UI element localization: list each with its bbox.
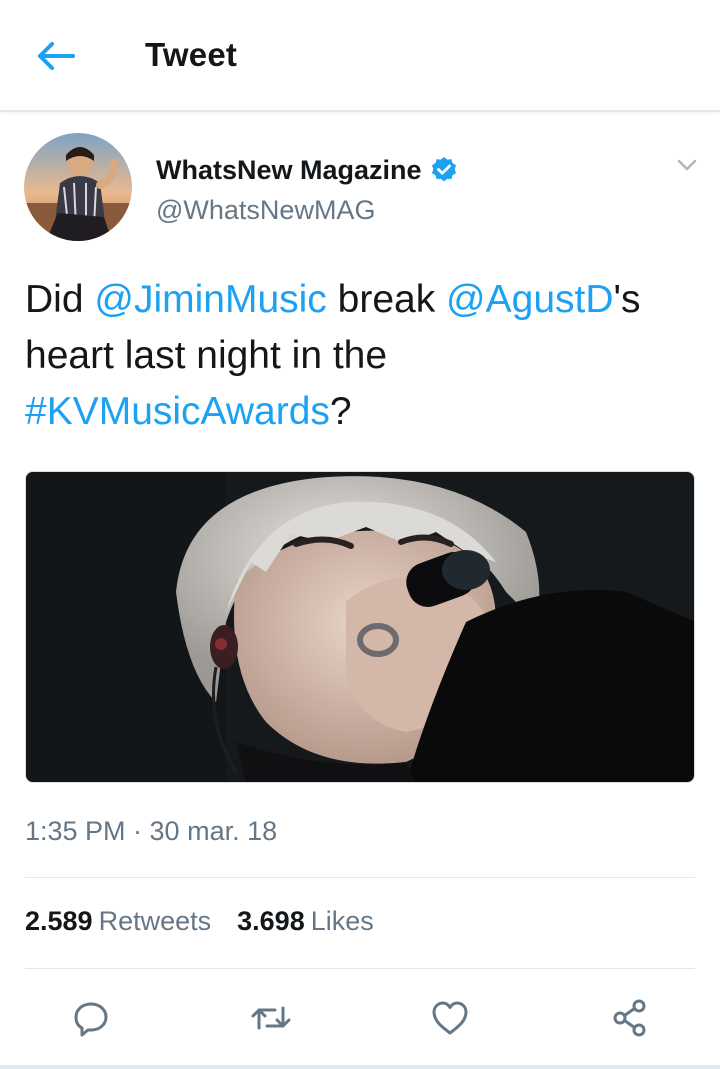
retweets-label: Retweets <box>98 906 212 936</box>
likes-count: 3.698 <box>237 906 305 936</box>
back-button[interactable] <box>34 34 78 78</box>
share-icon <box>613 999 646 1037</box>
like-button[interactable] <box>420 988 480 1048</box>
tweet-text: Did @JiminMusic break @AgustD's heart la… <box>25 272 695 440</box>
avatar-photo <box>24 133 132 241</box>
arrow-left-icon <box>38 42 75 70</box>
tweet-stats: 2.589 Retweets 3.698 Likes <box>25 906 374 937</box>
like-icon <box>432 1001 468 1035</box>
author-handle[interactable]: @WhatsNewMAG <box>156 195 375 226</box>
tweet-actions-bar <box>0 988 720 1048</box>
mention-link[interactable]: @AgustD <box>446 278 613 321</box>
share-button[interactable] <box>600 988 660 1048</box>
page-title: Tweet <box>145 36 238 73</box>
top-app-bar: Tweet <box>0 0 720 112</box>
mention-link[interactable]: @JiminMusic <box>94 278 326 321</box>
author-name: WhatsNew Magazine <box>156 154 422 185</box>
verified-badge-icon <box>430 156 458 184</box>
author-name-row[interactable]: WhatsNew Magazine <box>156 152 458 188</box>
avatar[interactable] <box>24 133 132 241</box>
likes-stat[interactable]: 3.698 Likes <box>237 906 374 937</box>
retweet-icon <box>251 1006 291 1030</box>
bottom-divider <box>0 1065 720 1069</box>
retweets-stat[interactable]: 2.589 Retweets <box>25 906 211 937</box>
photo-person-singing <box>26 472 694 782</box>
retweets-count: 2.589 <box>25 906 93 936</box>
tweet-text-segment: Did <box>25 278 95 321</box>
divider <box>25 877 695 878</box>
tweet-media-image[interactable] <box>25 471 695 783</box>
tweet-text-segment: ? <box>329 390 352 433</box>
likes-label: Likes <box>310 906 374 936</box>
divider <box>25 968 695 969</box>
chevron-down-icon <box>677 159 697 171</box>
tweet-timestamp: 1:35 PM · 30 mar. 18 <box>25 816 278 846</box>
retweet-button[interactable] <box>241 988 301 1048</box>
more-options-button[interactable] <box>672 150 702 180</box>
hashtag-link[interactable]: #KVMusicAwards <box>25 390 330 433</box>
tweet-text-segment: break <box>326 278 447 321</box>
reply-icon <box>74 1002 108 1037</box>
reply-button[interactable] <box>61 988 121 1048</box>
